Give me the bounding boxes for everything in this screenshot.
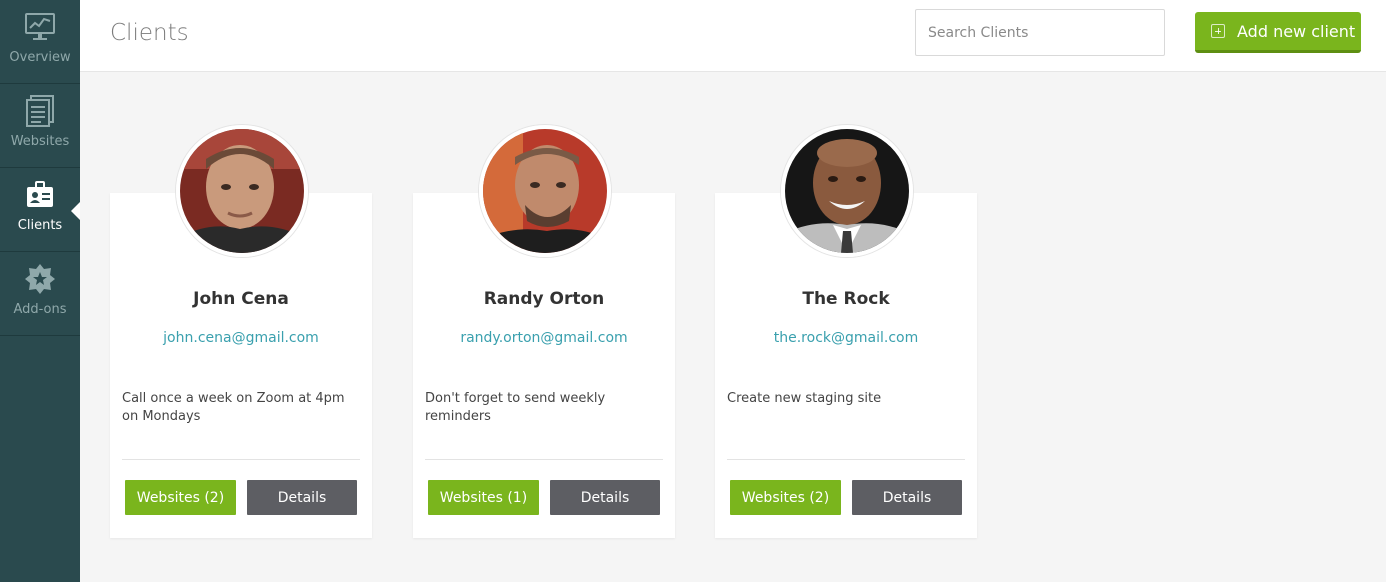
- sidebar-item-clients[interactable]: Clients: [0, 168, 80, 252]
- client-name: The Rock: [802, 289, 890, 309]
- avatar: [781, 125, 913, 257]
- sidebar-item-websites[interactable]: Websites: [0, 84, 80, 168]
- divider: [727, 459, 965, 460]
- avatar: [176, 125, 308, 257]
- add-client-button[interactable]: Add new client: [1195, 12, 1361, 53]
- websites-button[interactable]: Websites (2): [125, 480, 236, 515]
- websites-button[interactable]: Websites (1): [428, 480, 539, 515]
- client-card: The Rock the.rock@gmail.com Create new s…: [715, 125, 977, 538]
- plus-square-icon: [1211, 24, 1225, 38]
- client-card: John Cena john.cena@gmail.com Call once …: [110, 125, 372, 538]
- client-name: John Cena: [193, 289, 289, 309]
- sidebar-item-add-ons[interactable]: Add-ons: [0, 252, 80, 336]
- sidebar-item-overview[interactable]: Overview: [0, 0, 80, 84]
- add-client-label: Add new client: [1237, 21, 1356, 41]
- client-email-link[interactable]: john.cena@gmail.com: [110, 330, 372, 346]
- client-email-link[interactable]: the.rock@gmail.com: [715, 330, 977, 346]
- client-note: Create new staging site: [727, 391, 882, 406]
- details-button[interactable]: Details: [247, 480, 357, 515]
- search-input[interactable]: [915, 9, 1165, 56]
- page-title: Clients: [110, 20, 189, 46]
- chart-monitor-icon: [24, 10, 56, 44]
- avatar: [479, 125, 611, 257]
- client-note: Call once a week on Zoom at 4pm on Monda…: [122, 391, 345, 424]
- sidebar-item-label: Add-ons: [13, 302, 67, 317]
- details-button[interactable]: Details: [852, 480, 962, 515]
- sidebar-item-label: Websites: [10, 134, 70, 149]
- client-name: Randy Orton: [483, 289, 605, 309]
- client-email-link[interactable]: randy.orton@gmail.com: [413, 330, 675, 346]
- client-note: Don't forget to send weekly reminders: [425, 391, 606, 424]
- sidebar-item-label: Overview: [9, 50, 71, 65]
- divider: [425, 459, 663, 460]
- divider: [122, 459, 360, 460]
- details-button[interactable]: Details: [550, 480, 660, 515]
- client-card: Randy Orton randy.orton@gmail.com Don't …: [413, 125, 675, 538]
- gear-star-icon: [24, 262, 56, 296]
- sidebar: Overview Websites Clients Add-ons: [0, 0, 80, 582]
- websites-button[interactable]: Websites (2): [730, 480, 841, 515]
- top-header: Clients Add new client: [80, 0, 1386, 72]
- pages-list-icon: [24, 94, 56, 128]
- sidebar-item-label: Clients: [17, 218, 63, 233]
- id-badge-icon: [25, 178, 55, 212]
